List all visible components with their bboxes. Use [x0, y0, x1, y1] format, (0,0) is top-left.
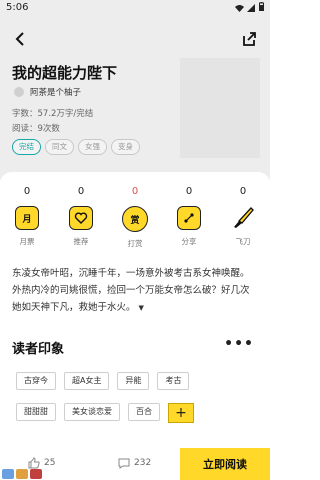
back-button[interactable] — [12, 30, 30, 48]
tag[interactable]: 女强 — [78, 139, 107, 155]
taskbar-app-icon[interactable] — [30, 469, 42, 479]
reward-icon-text: 赏 — [130, 215, 140, 226]
read-now-button[interactable]: 立即阅读 — [180, 448, 270, 480]
tag[interactable]: 同文 — [45, 139, 74, 155]
taskbar-overlay — [0, 468, 62, 480]
signal-icon — [247, 4, 255, 12]
more-options-icon[interactable]: ••• — [224, 336, 254, 352]
tag[interactable]: 变身 — [111, 139, 140, 155]
impression-tag[interactable]: 美女谈恋爱 — [64, 403, 120, 421]
description-text: 东凌女帝叶昭，沉睡千年，一场意外被考古系女神唤醒。外热内冷的司姚很慌，捡回一个万… — [12, 268, 250, 313]
wifi-icon — [235, 4, 244, 12]
recommend-count: 0 — [77, 186, 85, 197]
month-icon-text: 月 — [22, 214, 32, 225]
month-ticket-button[interactable]: 月 月票 — [3, 206, 51, 249]
reward-label: 打赏 — [127, 239, 143, 248]
impression-tags-row-2: 甜甜甜 美女谈恋爱 百合 + — [16, 403, 194, 423]
impressions-title: 读者印象 — [12, 342, 65, 357]
impression-tag[interactable]: 超A女主 — [64, 372, 110, 390]
comment-button[interactable]: 232 — [118, 457, 151, 469]
share-out-icon — [243, 32, 256, 46]
stats-row: 0 0 0 0 0 — [0, 186, 270, 197]
word-count: 字数：57.2万字/完结 — [12, 109, 94, 119]
tag-status[interactable]: 完结 — [12, 139, 41, 155]
month-ticket-count: 0 — [23, 186, 31, 197]
author-name: 阿茶是个柚子 — [30, 88, 82, 98]
impression-tag[interactable]: 百合 — [128, 403, 160, 421]
book-cover[interactable] — [180, 58, 260, 158]
book-title: 我的超能力陛下 — [12, 64, 118, 82]
battery-icon — [259, 2, 264, 14]
taskbar-app-icon[interactable] — [16, 469, 28, 479]
share-button[interactable] — [240, 30, 258, 48]
expand-chevron-icon[interactable]: ▼ — [139, 304, 144, 312]
knife-count: 0 — [239, 186, 247, 197]
comment-count: 232 — [134, 458, 152, 468]
recommend-button[interactable]: 推荐 — [57, 206, 105, 249]
share-label: 分享 — [181, 237, 197, 246]
recommend-label: 推荐 — [73, 237, 89, 246]
impression-tag[interactable]: 考古 — [157, 372, 190, 390]
month-ticket-label: 月票 — [19, 237, 35, 246]
knife-label: 飞刀 — [235, 237, 251, 246]
read-count: 阅读：9次数 — [12, 124, 60, 134]
author-avatar-icon — [14, 87, 24, 97]
heart-icon — [69, 206, 93, 230]
reward-button[interactable]: 赏 打赏 — [111, 206, 159, 249]
share-icon — [177, 206, 201, 230]
impression-tags-row-1: 古穿今 超A女主 异能 考古 — [16, 372, 190, 390]
impression-tag[interactable]: 古穿今 — [16, 372, 56, 390]
action-icons-row: 月 月票 推荐 赏 打赏 分享 飞刀 — [0, 206, 270, 249]
status-time: 5:06 — [6, 2, 29, 13]
share-action-button[interactable]: 分享 — [165, 206, 213, 249]
comment-icon — [118, 458, 130, 469]
book-description[interactable]: 东凌女帝叶昭，沉睡千年，一场意外被考古系女神唤醒。外热内冷的司姚很慌，捡回一个万… — [12, 265, 258, 317]
knife-button[interactable]: 飞刀 — [219, 206, 267, 249]
taskbar-app-icon[interactable] — [2, 469, 14, 479]
author-row[interactable]: 阿茶是个柚子 — [14, 86, 81, 98]
impression-tag[interactable]: 异能 — [117, 372, 150, 390]
reward-coin-icon: 赏 — [122, 206, 148, 232]
impression-tag[interactable]: 甜甜甜 — [16, 403, 56, 421]
chevron-left-icon — [15, 32, 24, 46]
calendar-month-icon: 月 — [15, 206, 39, 230]
book-tags: 完结 同文 女强 变身 — [12, 139, 140, 155]
add-impression-button[interactable]: + — [168, 403, 194, 423]
reward-count: 0 — [131, 186, 139, 197]
like-count: 25 — [44, 458, 56, 468]
status-icons — [235, 2, 264, 14]
knife-icon — [231, 206, 255, 230]
share-count: 0 — [185, 186, 193, 197]
